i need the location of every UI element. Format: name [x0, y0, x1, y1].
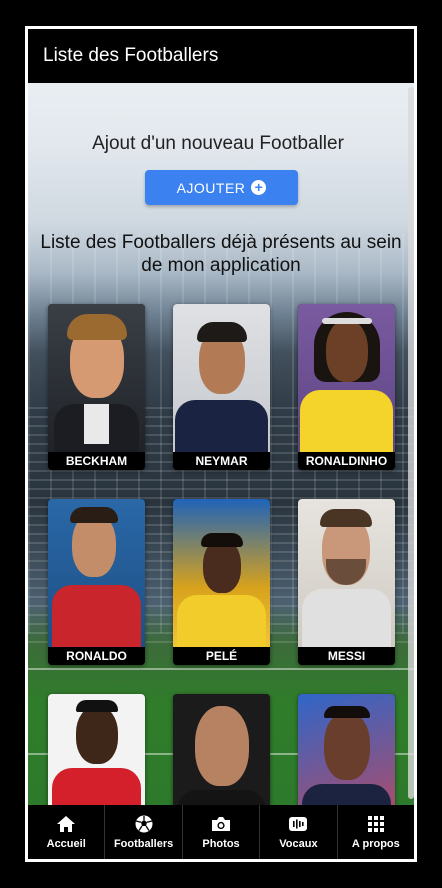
- nav-label: Footballers: [113, 838, 174, 850]
- nav-label: Vocaux: [279, 838, 318, 850]
- player-card-messi[interactable]: MESSI: [298, 499, 395, 665]
- player-photo: [173, 694, 270, 805]
- page-title: Liste des Footballers: [43, 45, 219, 66]
- pitch-line: [28, 668, 414, 670]
- player-card-pogba[interactable]: [48, 694, 145, 805]
- nav-label: Photos: [202, 838, 240, 850]
- player-photo: [298, 694, 395, 805]
- player-photo: [48, 499, 145, 655]
- bottom-navigation: Accueil Footballers Photos Vocaux A prop…: [28, 805, 414, 859]
- player-name: RONALDINHO: [298, 452, 395, 470]
- nav-accueil[interactable]: Accueil: [28, 805, 104, 859]
- add-footballer-button[interactable]: AJOUTER +: [145, 170, 298, 205]
- nav-a-propos[interactable]: A propos: [336, 805, 414, 859]
- nav-label: Accueil: [46, 838, 86, 850]
- player-photo: [173, 304, 270, 460]
- grid-icon: [367, 814, 385, 834]
- player-card-neymar[interactable]: NEYMAR: [173, 304, 270, 470]
- player-card-beckham[interactable]: BECKHAM: [48, 304, 145, 470]
- player-photo: [48, 694, 145, 805]
- player-name: BECKHAM: [48, 452, 145, 470]
- ajout-heading: Ajout d'un nouveau Footballer: [92, 133, 344, 154]
- camera-icon: [211, 814, 231, 834]
- football-icon: [135, 814, 153, 834]
- list-heading: Liste des Footballers déjà présents au s…: [40, 232, 402, 276]
- device-frame: Liste des Footballers Ajout d'un nouveau…: [25, 26, 417, 862]
- nav-footballers[interactable]: Footballers: [104, 805, 181, 859]
- plus-circle-icon: +: [251, 180, 267, 195]
- player-card-pele[interactable]: PELÉ: [173, 499, 270, 665]
- player-name: RONALDO: [48, 647, 145, 665]
- scrollbar[interactable]: [408, 87, 414, 799]
- player-photo: [298, 304, 395, 460]
- player-name: MESSI: [298, 647, 395, 665]
- nav-vocaux[interactable]: Vocaux: [259, 805, 336, 859]
- nav-label: A propos: [351, 838, 400, 850]
- player-name: PELÉ: [173, 647, 270, 665]
- player-photo: [173, 499, 270, 655]
- add-button-label: AJOUTER: [176, 179, 246, 196]
- main-content[interactable]: Ajout d'un nouveau Footballer AJOUTER + …: [28, 83, 414, 805]
- player-card-ronaldinho[interactable]: RONALDINHO: [298, 304, 395, 470]
- player-photo: [48, 304, 145, 464]
- player-card-zidane[interactable]: [173, 694, 270, 805]
- player-card-ronaldo[interactable]: RONALDO: [48, 499, 145, 665]
- app-header: Liste des Footballers: [28, 29, 414, 83]
- voice-icon: [288, 814, 308, 834]
- player-name: NEYMAR: [173, 452, 270, 470]
- home-icon: [56, 814, 76, 834]
- player-photo: [298, 499, 395, 655]
- nav-photos[interactable]: Photos: [181, 805, 259, 859]
- app-screen: Liste des Footballers Ajout d'un nouveau…: [28, 29, 414, 859]
- player-card-mbappe[interactable]: [298, 694, 395, 805]
